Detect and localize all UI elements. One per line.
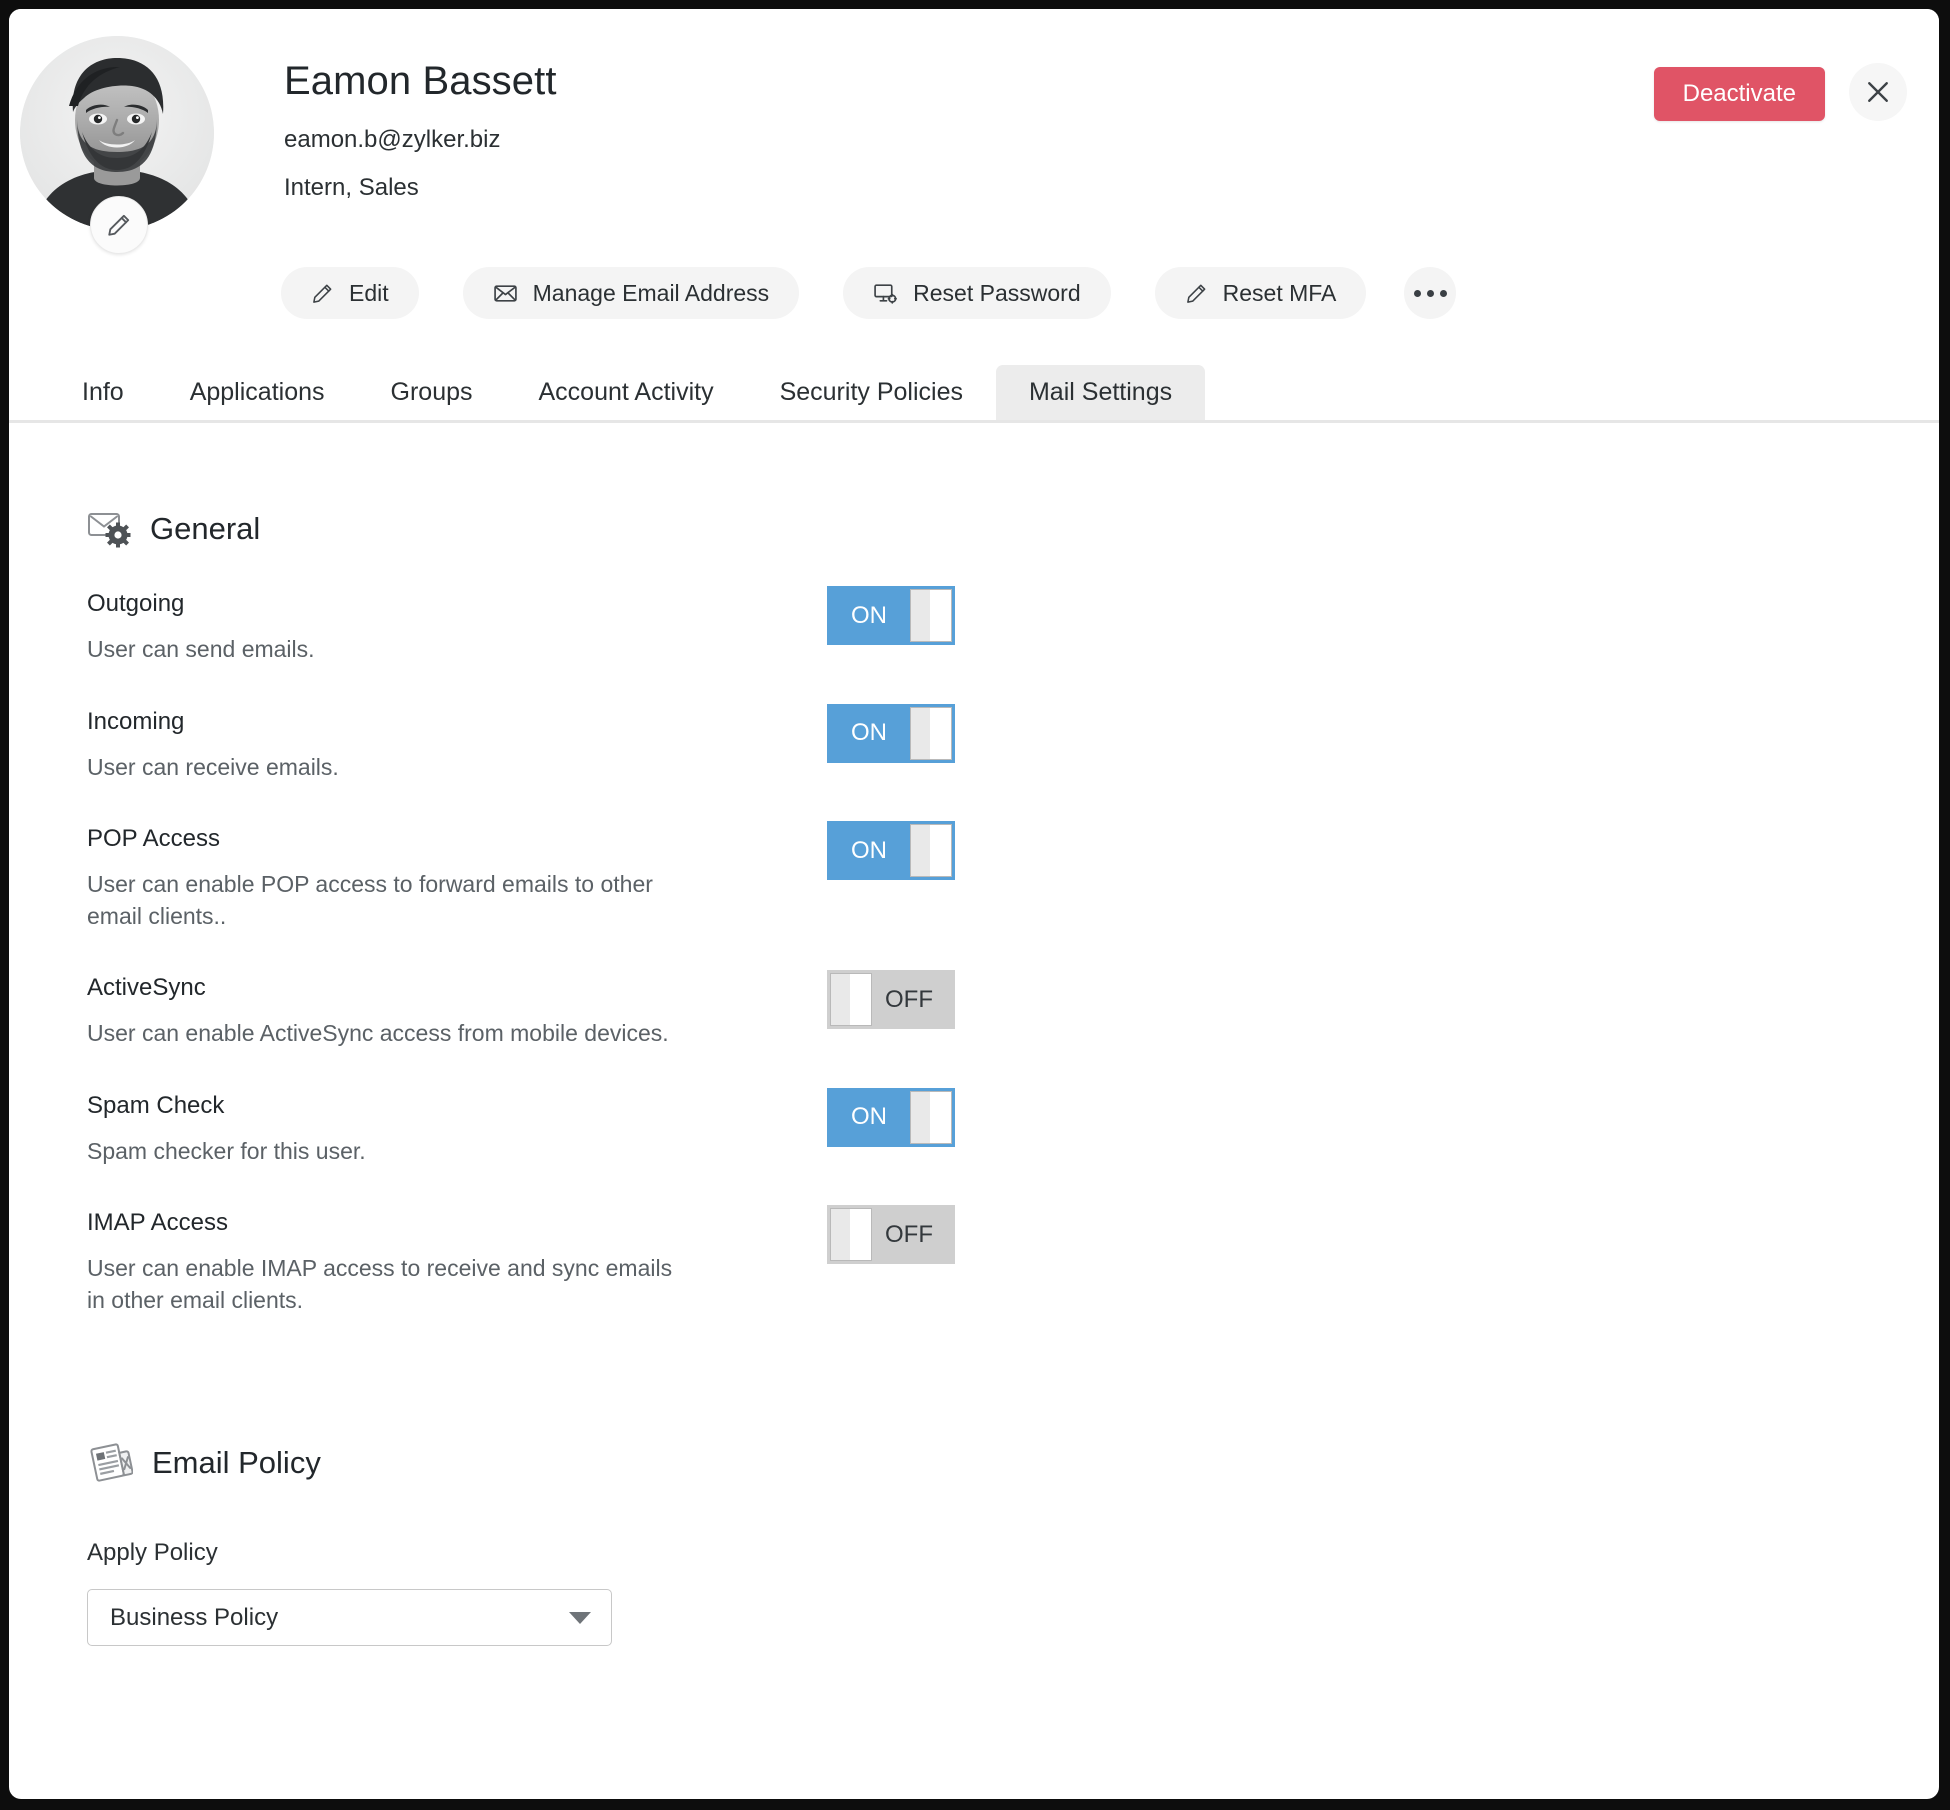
- pencil-icon: [313, 284, 332, 303]
- setting-description-spam-check: Spam checker for this user.: [87, 1137, 366, 1164]
- deactivate-button-label: Deactivate: [1682, 80, 1796, 107]
- toggle-spam-check[interactable]: ON: [827, 1087, 955, 1147]
- setting-name-imap-access: IMAP Access: [87, 1209, 228, 1236]
- deactivate-button[interactable]: Deactivate: [1653, 67, 1825, 121]
- user-role: Intern, Sales: [284, 174, 419, 201]
- toggle-pop-access[interactable]: ON: [827, 821, 955, 880]
- close-icon: [1868, 82, 1888, 102]
- reset-password-label: Reset Password: [913, 279, 1081, 306]
- more-horizontal-icon: [1413, 289, 1421, 297]
- more-options-button[interactable]: [1404, 267, 1457, 319]
- pencil-icon: [1186, 284, 1206, 303]
- setting-label-imap-access: IMAP Access User can enable IMAP access …: [87, 1211, 827, 1316]
- email-policy-section-title: Email Policy: [152, 1444, 321, 1480]
- pencil-icon: [108, 214, 130, 236]
- envelope-icon: [493, 284, 517, 302]
- close-button[interactable]: [1849, 63, 1907, 121]
- apply-policy-select[interactable]: Business Policy: [87, 1589, 612, 1646]
- apply-policy-selected-value: Business Policy: [110, 1603, 279, 1631]
- setting-row-imap-access: IMAP Access User can enable IMAP access …: [87, 1205, 1939, 1316]
- setting-description-activesync: User can enable ActiveSync access from m…: [87, 1020, 669, 1046]
- setting-description-pop-access: User can enable POP access to forward em…: [87, 871, 653, 929]
- setting-row-spam-check: Spam Check Spam checker for this user. O…: [87, 1087, 1939, 1168]
- toggle-outgoing-state: ON: [851, 601, 887, 629]
- screenshot-frame: Eamon Bassett eamon.b@zylker.biz Intern,…: [0, 0, 1950, 1810]
- more-horizontal-icon: [1426, 289, 1434, 297]
- toggle-imap-access-state: OFF: [885, 1220, 933, 1248]
- tab-security-policies[interactable]: Security Policies: [747, 365, 996, 420]
- tab-mail-settings-label: Mail Settings: [1028, 378, 1173, 406]
- tab-applications[interactable]: Applications: [157, 365, 358, 420]
- profile-text-block: Eamon Bassett eamon.b@zylker.biz Intern,…: [284, 9, 557, 200]
- tab-account-activity-label: Account Activity: [538, 378, 714, 406]
- toggle-knob: [830, 1208, 872, 1261]
- envelope-gear-icon: [88, 513, 131, 548]
- apply-policy-label: Apply Policy: [87, 1539, 218, 1566]
- reset-mfa-button[interactable]: Reset MFA: [1154, 267, 1367, 319]
- avatar-container: [20, 36, 214, 254]
- page-title: Eamon Bassett: [284, 59, 557, 103]
- setting-row-activesync: ActiveSync User can enable ActiveSync ac…: [87, 970, 1939, 1050]
- toggle-imap-access[interactable]: OFF: [827, 1205, 955, 1264]
- tab-info-label: Info: [82, 378, 124, 406]
- tab-groups[interactable]: Groups: [358, 365, 506, 420]
- profile-header: Eamon Bassett eamon.b@zylker.biz Intern,…: [9, 9, 1939, 361]
- toggle-incoming[interactable]: ON: [827, 703, 955, 763]
- tab-account-activity[interactable]: Account Activity: [506, 365, 747, 420]
- tab-groups-label: Groups: [390, 378, 473, 406]
- setting-description-outgoing: User can send emails.: [87, 636, 315, 662]
- setting-label-pop-access: POP Access User can enable POP access to…: [87, 827, 827, 932]
- setting-name-outgoing: Outgoing: [87, 590, 185, 617]
- manage-email-address-label: Manage Email Address: [532, 279, 770, 306]
- tab-info[interactable]: Info: [49, 365, 157, 420]
- tab-mail-settings[interactable]: Mail Settings: [995, 365, 1206, 420]
- chevron-down-icon: [569, 1611, 591, 1624]
- toggle-knob: [910, 706, 952, 760]
- general-section-title: General: [150, 510, 261, 546]
- toggle-activesync[interactable]: OFF: [827, 970, 955, 1029]
- toggle-knob: [910, 824, 952, 877]
- toggle-spam-check-state: ON: [851, 1103, 887, 1130]
- policy-document-icon: [90, 1443, 133, 1482]
- setting-label-activesync: ActiveSync User can enable ActiveSync ac…: [87, 976, 827, 1050]
- setting-name-incoming: Incoming: [87, 707, 185, 735]
- manage-email-address-button[interactable]: Manage Email Address: [462, 267, 800, 319]
- toggle-knob: [830, 973, 872, 1026]
- monitor-gear-icon: [874, 283, 898, 304]
- setting-label-outgoing: Outgoing User can send emails.: [87, 592, 827, 666]
- edit-button-label: Edit: [349, 279, 389, 306]
- toggle-knob: [910, 1090, 952, 1144]
- avatar-edit-button[interactable]: [90, 196, 148, 254]
- setting-row-pop-access: POP Access User can enable POP access to…: [87, 821, 1939, 932]
- tab-bar: Info Applications Groups Account Activit…: [9, 361, 1939, 423]
- reset-mfa-label: Reset MFA: [1222, 279, 1337, 306]
- general-section-header: General: [87, 508, 1939, 548]
- reset-password-button[interactable]: Reset Password: [843, 267, 1111, 319]
- edit-button[interactable]: Edit: [281, 267, 419, 319]
- setting-row-incoming: Incoming User can receive emails. ON: [87, 703, 1939, 784]
- setting-name-activesync: ActiveSync: [87, 974, 206, 1001]
- setting-label-spam-check: Spam Check Spam checker for this user.: [87, 1091, 827, 1168]
- setting-label-incoming: Incoming User can receive emails.: [87, 707, 827, 784]
- tab-security-policies-label: Security Policies: [779, 378, 963, 406]
- toggle-pop-access-state: ON: [851, 836, 887, 864]
- user-detail-panel: Eamon Bassett eamon.b@zylker.biz Intern,…: [9, 9, 1939, 1799]
- mail-settings-content: General Outgoing User can send emails. O…: [9, 508, 1939, 1646]
- toggle-outgoing[interactable]: ON: [827, 586, 955, 645]
- setting-description-incoming: User can receive emails.: [87, 753, 339, 780]
- toggle-activesync-state: OFF: [885, 985, 933, 1013]
- setting-name-pop-access: POP Access: [87, 825, 220, 852]
- toggle-incoming-state: ON: [851, 719, 887, 746]
- profile-action-buttons: Edit Manage Email Address Reset Password…: [281, 267, 1457, 319]
- setting-description-imap-access: User can enable IMAP access to receive a…: [87, 1255, 673, 1313]
- more-horizontal-icon: [1439, 289, 1447, 297]
- user-email: eamon.b@zylker.biz: [284, 126, 501, 153]
- setting-row-outgoing: Outgoing User can send emails. ON: [87, 586, 1939, 666]
- email-policy-section-header: Email Policy: [87, 1441, 1939, 1483]
- tab-applications-label: Applications: [189, 378, 325, 406]
- toggle-knob: [910, 589, 952, 642]
- setting-name-spam-check: Spam Check: [87, 1091, 225, 1119]
